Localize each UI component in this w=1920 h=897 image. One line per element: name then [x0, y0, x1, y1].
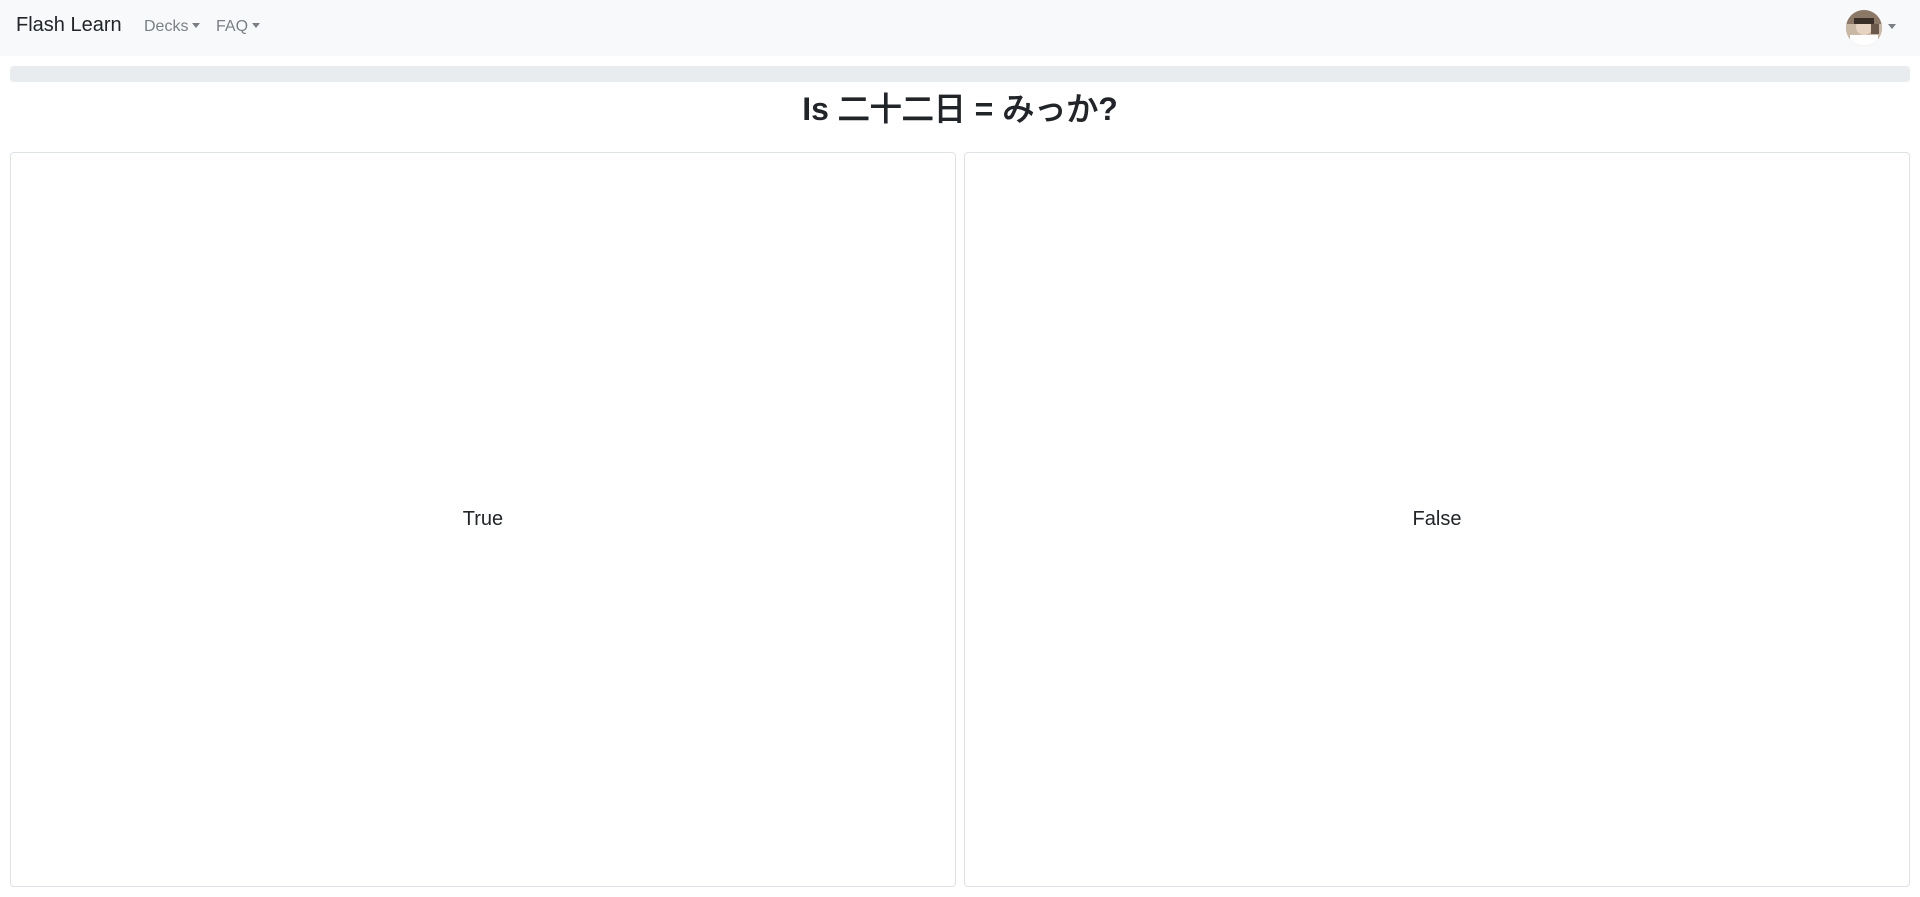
quiz-progress-bar: [10, 66, 1910, 82]
answer-true-label: True: [462, 508, 504, 530]
avatar-image: [1846, 10, 1882, 46]
question-title: Is 二十二日 = みっか?: [802, 91, 1118, 127]
chevron-down-icon: [1888, 24, 1896, 29]
chevron-down-icon: [192, 23, 201, 28]
nav-faq-dropdown[interactable]: FAQ: [216, 18, 261, 36]
nav-faq-label: FAQ: [216, 18, 249, 35]
nav-decks-dropdown[interactable]: Decks: [144, 18, 201, 36]
chevron-down-icon: [252, 23, 261, 28]
answer-false-button[interactable]: False: [964, 152, 1910, 887]
navbar: Flash Learn Decks FAQ: [0, 0, 1920, 56]
brand-link[interactable]: Flash Learn: [16, 14, 122, 37]
answer-true-button[interactable]: True: [10, 152, 956, 887]
user-avatar-icon[interactable]: [1846, 10, 1882, 46]
answer-false-label: False: [1412, 508, 1462, 530]
nav-decks-label: Decks: [144, 18, 189, 35]
